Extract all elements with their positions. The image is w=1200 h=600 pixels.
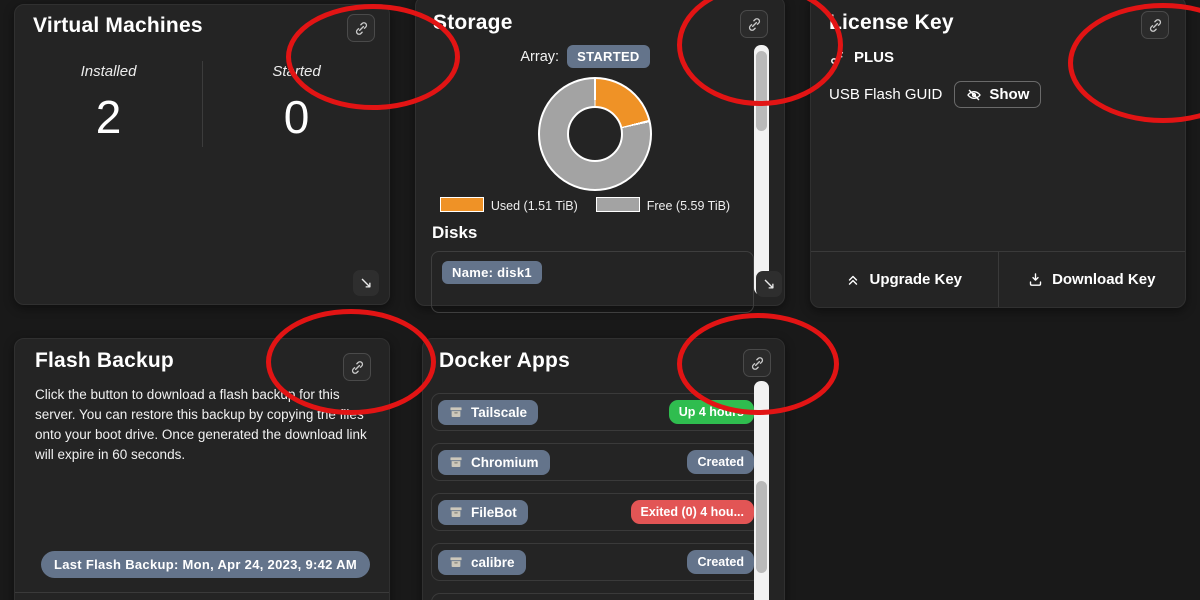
vm-started-count: 0 [203, 90, 390, 144]
container-icon [449, 405, 463, 419]
array-status-row: Array: STARTED [416, 45, 754, 68]
array-status-badge: STARTED [567, 45, 650, 68]
flash-description: Click the button to download a flash bac… [35, 385, 371, 465]
docker-link-button[interactable] [743, 349, 771, 377]
upgrade-key-label: Upgrade Key [869, 271, 962, 288]
docker-app-name: Tailscale [471, 405, 527, 420]
upgrade-key-button[interactable]: Upgrade Key [811, 252, 998, 307]
angles-up-icon [846, 273, 860, 287]
container-icon [449, 555, 463, 569]
show-guid-button[interactable]: Show [954, 81, 1041, 108]
show-guid-label: Show [989, 86, 1029, 103]
key-icon [829, 50, 845, 66]
docker-scrollbar-thumb[interactable] [756, 481, 767, 573]
link-icon [354, 21, 369, 36]
storage-donut [538, 77, 652, 191]
docker-app-name-badge[interactable]: Chromium [438, 450, 550, 475]
card-storage: Storage Array: STARTED Used (1.51 TiB) F… [415, 0, 785, 306]
license-tier-label: PLUS [854, 49, 894, 66]
vm-installed-count: 2 [15, 90, 202, 144]
disks-list-box: Name: disk1 [431, 251, 754, 313]
docker-app-row-chromium[interactable]: Chromium Created [431, 443, 761, 481]
docker-app-name: calibre [471, 555, 515, 570]
legend-item-free: Free (5.59 TiB) [596, 197, 730, 213]
license-guid-row: USB Flash GUID Show [829, 81, 1041, 108]
container-icon [449, 505, 463, 519]
card-docker-apps: Docker Apps Tailscale Up 4 hours [422, 338, 785, 600]
license-tier-row: PLUS [829, 49, 894, 66]
legend-item-used: Used (1.51 TiB) [440, 197, 578, 213]
link-icon [747, 17, 762, 32]
license-link-button[interactable] [1141, 11, 1169, 39]
disks-heading: Disks [432, 223, 477, 243]
download-icon [1028, 272, 1043, 287]
array-label: Array: [520, 49, 559, 65]
docker-app-row-filebot[interactable]: FileBot Exited (0) 4 hou... [431, 493, 761, 531]
last-flash-backup-badge: Last Flash Backup: Mon, Apr 24, 2023, 9:… [41, 551, 370, 578]
link-icon [750, 356, 765, 371]
docker-app-name-badge[interactable]: Tailscale [438, 400, 538, 425]
docker-app-status-badge: Exited (0) 4 hou... [631, 500, 755, 524]
link-icon [350, 360, 365, 375]
storage-scrollbar-thumb[interactable] [756, 51, 767, 131]
docker-scrollbar[interactable] [754, 381, 769, 600]
license-card-title: License Key [829, 11, 954, 35]
vm-installed-label: Installed [15, 63, 202, 80]
resize-arrow-icon: ↘ [762, 276, 775, 292]
resize-arrow-icon: ↘ [359, 275, 372, 291]
card-license-key: License Key PLUS USB Flash GUID Show [810, 0, 1186, 308]
flash-footer-divider [15, 592, 389, 593]
link-icon [1148, 18, 1163, 33]
docker-app-name-badge[interactable]: FileBot [438, 500, 528, 525]
docker-app-status-badge: Created [687, 450, 754, 474]
vm-resize-handle[interactable]: ↘ [353, 270, 379, 296]
docker-app-row-partial[interactable] [431, 593, 761, 600]
legend-free-label: Free (5.59 TiB) [647, 199, 730, 213]
storage-resize-handle[interactable]: ↘ [756, 271, 782, 297]
container-icon [449, 455, 463, 469]
download-key-button[interactable]: Download Key [999, 252, 1186, 307]
legend-used-label: Used (1.51 TiB) [491, 199, 578, 213]
legend-swatch-free [596, 197, 640, 212]
storage-scrollbar[interactable] [754, 45, 769, 295]
docker-app-name: FileBot [471, 505, 517, 520]
docker-card-title: Docker Apps [439, 349, 570, 373]
disk-name-badge[interactable]: Name: disk1 [442, 261, 542, 284]
unraid-dashboard: Virtual Machines Installed 2 Started 0 ↘… [0, 0, 1200, 600]
vm-started-block: Started 0 [203, 63, 390, 144]
card-flash-backup: Flash Backup Click the button to downloa… [14, 338, 390, 600]
docker-app-name-badge[interactable]: calibre [438, 550, 526, 575]
docker-app-row-calibre[interactable]: calibre Created [431, 543, 761, 581]
storage-legend: Used (1.51 TiB) Free (5.59 TiB) [416, 197, 754, 213]
flash-card-title: Flash Backup [35, 349, 174, 373]
storage-donut-hole [567, 106, 623, 162]
guid-label: USB Flash GUID [829, 86, 942, 103]
vm-card-title: Virtual Machines [33, 14, 203, 38]
vm-installed-block: Installed 2 [15, 63, 202, 144]
card-virtual-machines: Virtual Machines Installed 2 Started 0 ↘ [14, 4, 390, 305]
flash-link-button[interactable] [343, 353, 371, 381]
vm-started-label: Started [203, 63, 390, 80]
docker-app-list: Tailscale Up 4 hours Chromium Created [431, 393, 761, 600]
vm-link-button[interactable] [347, 14, 375, 42]
storage-link-button[interactable] [740, 10, 768, 38]
eye-slash-icon [966, 87, 982, 103]
docker-app-status-badge: Created [687, 550, 754, 574]
docker-app-name: Chromium [471, 455, 539, 470]
docker-app-status-badge: Up 4 hours [669, 400, 754, 424]
docker-app-row-tailscale[interactable]: Tailscale Up 4 hours [431, 393, 761, 431]
legend-swatch-used [440, 197, 484, 212]
storage-card-title: Storage [433, 11, 513, 35]
license-footer: Upgrade Key Download Key [811, 251, 1185, 307]
download-key-label: Download Key [1052, 271, 1155, 288]
